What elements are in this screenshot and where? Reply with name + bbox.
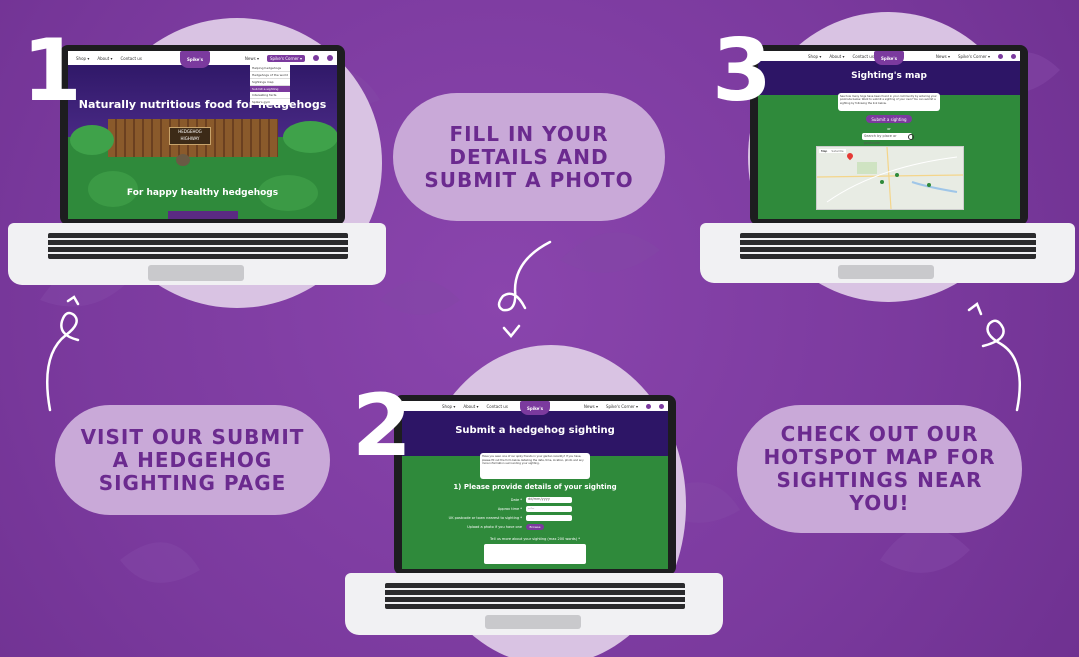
step-2-line-1: FILL IN YOUR <box>449 121 609 146</box>
nav-contact[interactable]: Contact us <box>120 56 141 61</box>
dropdown-item[interactable]: Helping hedgehogs <box>250 65 290 72</box>
basket-icon[interactable] <box>327 55 333 61</box>
screen1-logo[interactable]: Spike's <box>180 51 210 68</box>
step-2-caption: FILL IN YOUR DETAILS AND SUBMIT A PHOTO <box>393 93 665 221</box>
sightings-map[interactable]: Map Satellite <box>816 146 964 210</box>
curly-arrow-icon <box>967 302 1021 412</box>
nav-news[interactable]: News ▾ <box>936 54 950 59</box>
account-icon[interactable] <box>646 403 651 409</box>
laptop-1-display: HEDGEHOG HIGHWAY Naturally nutritious fo… <box>68 51 337 219</box>
hedgehog-icon <box>176 154 190 166</box>
step-3-line-4: YOU! <box>849 491 910 515</box>
browse-button[interactable]: Browse <box>526 524 544 530</box>
or-text: or <box>887 127 891 131</box>
time-label: Approx time * <box>497 507 522 511</box>
screen2-logo[interactable]: Spike's <box>520 401 550 415</box>
laptop-2-display: Shop ▾ About ▾ Contact us News ▾ Spike's… <box>402 401 668 569</box>
spikes-corner-dropdown: Helping hedgehogs Hedgehogs of the world… <box>250 65 290 105</box>
date-field[interactable]: dd/mm/yyyy <box>526 497 572 503</box>
screen2-section-heading: 1) Please provide details of your sighti… <box>453 483 617 491</box>
infographic: HEDGEHOG HIGHWAY Naturally nutritious fo… <box>0 0 1079 657</box>
nav-spikes-corner[interactable]: Spike's Corner ▾ <box>266 54 305 62</box>
tab-map[interactable]: Map <box>819 149 829 153</box>
step-1-line-2: A HEDGEHOG <box>112 447 273 472</box>
trackpad <box>838 265 934 279</box>
nav-news[interactable]: News ▾ <box>245 56 259 61</box>
trackpad <box>148 265 244 281</box>
screen1-headline: Naturally nutritious food for hedgehogs <box>78 98 327 111</box>
laptop-3-keyboard-deck <box>700 223 1075 283</box>
postcode-field[interactable] <box>526 515 572 521</box>
step-3-line-2: HOTSPOT MAP FOR <box>763 445 996 469</box>
step-3-caption: CHECK OUT OUR HOTSPOT MAP FOR SIGHTINGS … <box>737 405 1022 533</box>
tab-satellite[interactable]: Satellite <box>829 149 845 153</box>
nav-about[interactable]: About ▾ <box>463 404 478 409</box>
trackpad <box>485 615 581 629</box>
basket-icon[interactable] <box>659 403 664 409</box>
keyboard <box>48 233 348 259</box>
step-number-3: 3 <box>712 21 772 121</box>
textarea-label: Tell us more about your sighting (max 20… <box>490 537 580 541</box>
curly-arrow-icon <box>45 295 80 412</box>
sighting-textarea[interactable] <box>484 544 586 564</box>
account-icon[interactable] <box>313 55 319 61</box>
screen3-logo[interactable]: Spike's <box>874 51 904 65</box>
nav-about[interactable]: About ▾ <box>829 54 844 59</box>
map-type-tabs: Map Satellite <box>819 149 846 153</box>
map-roads <box>817 147 963 209</box>
keyboard <box>385 583 685 609</box>
step-1-line-1: VISIT OUR SUBMIT <box>80 424 305 449</box>
nav-spikes-corner[interactable]: Spike's Corner ▾ <box>606 404 638 409</box>
screen1-tagline: For happy healthy hedgehogs <box>126 188 279 198</box>
nav-contact[interactable]: Contact us <box>486 404 507 409</box>
screen2-intro: Have you seen one of our spiky friends i… <box>482 455 584 465</box>
hedgehog-highway-sign: HEDGEHOG HIGHWAY <box>169 127 211 145</box>
step-number-2: 2 <box>352 376 412 476</box>
screen2-title: Submit a hedgehog sighting <box>455 425 615 436</box>
product-strip <box>168 211 238 219</box>
map-search-input[interactable]: Search by place or postcode <box>862 133 912 145</box>
dropdown-item[interactable]: Interesting facts <box>250 92 290 99</box>
screen2-intro-card: Have you seen one of our spiky friends i… <box>480 453 590 479</box>
laptop-3-display: Shop ▾ About ▾ Contact us News ▾ Spike's… <box>758 51 1020 219</box>
step-1-line-3: SIGHTING PAGE <box>98 470 287 495</box>
submit-sighting-button[interactable]: Submit a sighting <box>866 115 912 123</box>
laptop-2-keyboard-deck <box>345 573 723 635</box>
step-number-1: 1 <box>22 21 82 121</box>
upload-label: Upload a photo if you have one <box>467 525 522 529</box>
nav-spikes-corner[interactable]: Spike's Corner ▾ <box>958 54 990 59</box>
search-icon[interactable] <box>908 134 914 140</box>
screen3-intro: See how many hogs have been found in you… <box>840 95 937 105</box>
step-2-line-3: SUBMIT A PHOTO <box>424 167 634 192</box>
keyboard <box>740 233 1036 259</box>
step-2-line-2: DETAILS AND <box>449 144 609 169</box>
nav-news[interactable]: News ▾ <box>584 404 598 409</box>
laptop-1-keyboard-deck <box>8 223 386 285</box>
basket-icon[interactable] <box>1011 53 1016 59</box>
sign-line-2: HIGHWAY <box>180 136 200 141</box>
step-3-line-3: SIGHTINGS NEAR <box>776 468 983 492</box>
dropdown-item[interactable]: Spike's gym <box>250 99 290 105</box>
sign-line-1: HEDGEHOG <box>178 129 202 134</box>
dropdown-item[interactable]: Hedgehogs of the world <box>250 72 290 79</box>
step-3-line-1: CHECK OUT OUR <box>780 422 979 446</box>
dropdown-item[interactable]: Sightings map <box>250 79 290 86</box>
curly-arrow-icon <box>497 240 552 338</box>
time-field[interactable]: --:-- <box>526 506 572 512</box>
account-icon[interactable] <box>998 53 1003 59</box>
bush-left <box>70 125 114 155</box>
screen3-intro-card: See how many hogs have been found in you… <box>838 93 940 111</box>
nav-about[interactable]: About ▾ <box>97 56 112 61</box>
nav-shop[interactable]: Shop ▾ <box>808 54 821 59</box>
step-1-caption: VISIT OUR SUBMIT A HEDGEHOG SIGHTING PAG… <box>55 405 330 515</box>
screen3-title: Sighting's map <box>851 71 927 81</box>
bush-right <box>283 121 337 153</box>
date-label: Date * <box>510 498 522 502</box>
postcode-label: UK postcode or town nearest to sighting … <box>448 516 522 520</box>
nav-contact[interactable]: Contact us <box>852 54 873 59</box>
nav-shop[interactable]: Shop ▾ <box>442 404 455 409</box>
